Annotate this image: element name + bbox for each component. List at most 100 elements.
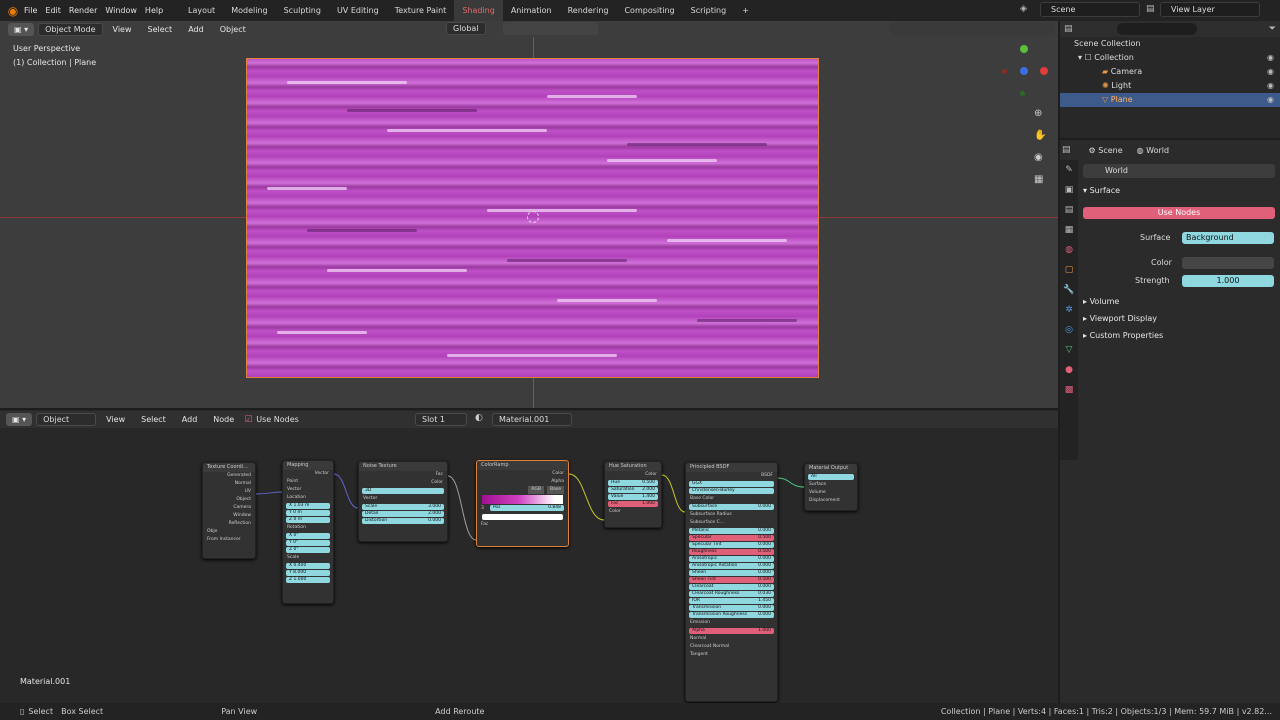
slot-dropdown[interactable]: Slot 1 (415, 413, 467, 426)
transform-orientation-dropdown[interactable]: Global (446, 22, 486, 35)
use-nodes-checkbox[interactable]: ☑ (244, 415, 252, 425)
material-tab-icon[interactable]: ● (1060, 360, 1078, 380)
object-field[interactable]: Obje (203, 528, 255, 536)
volume-panel-header[interactable]: ▸ Volume (1083, 297, 1119, 306)
blender-logo-icon[interactable]: ◉ (6, 4, 20, 18)
bsdf-input-row[interactable]: Clearcoat Roughness 0.030 (689, 591, 774, 597)
tab-animation[interactable]: Animation (503, 6, 560, 15)
outliner-item-plane[interactable]: ▽ Plane ◉ (1060, 93, 1280, 107)
output-tab-icon[interactable]: ▤ (1060, 200, 1078, 220)
value-field[interactable]: Value 1.400 (608, 494, 658, 500)
location-z[interactable]: Z 0 m (286, 517, 330, 523)
viewport-display-panel-header[interactable]: ▸ Viewport Display (1083, 314, 1157, 323)
tab-shading[interactable]: Shading (454, 0, 503, 21)
physics-tab-icon[interactable]: ◎ (1060, 320, 1078, 340)
outliner-item-collection[interactable]: ▾ ☐ Collection ◉ (1060, 51, 1280, 65)
data-tab-icon[interactable]: ▽ (1060, 340, 1078, 360)
node-mapping[interactable]: Mapping Vector Point Vector Location X 1… (282, 460, 334, 604)
visibility-eye-icon[interactable]: ◉ (1267, 93, 1274, 107)
outliner-item-camera[interactable]: ▰ Camera ◉ (1060, 65, 1280, 79)
rotation-z[interactable]: Z 0° (286, 547, 330, 553)
material-name-field[interactable]: Material.001 (492, 413, 572, 426)
location-x[interactable]: X 1.03 m (286, 503, 330, 509)
scale-x[interactable]: X 0.400 (286, 563, 330, 569)
grid-icon[interactable]: ▦ (1034, 169, 1046, 191)
bsdf-input-row[interactable]: Specular 0.500 (689, 535, 774, 541)
navigation-gizmo[interactable] (1002, 45, 1052, 96)
viewport-shading-controls[interactable] (890, 22, 1055, 35)
scene-collection-row[interactable]: Scene Collection (1060, 37, 1280, 51)
bsdf-input-row[interactable]: Sheen Tint 0.500 (689, 577, 774, 583)
color-mode-dropdown[interactable]: RGB (528, 486, 545, 494)
object-mode-dropdown[interactable]: Object Mode (38, 22, 103, 36)
stop-color-swatch[interactable] (482, 514, 563, 520)
filter-icon[interactable]: ⏷ (1269, 24, 1276, 34)
fac-field[interactable]: Fac 1.000 (608, 501, 658, 507)
location-y[interactable]: Y 0 m (286, 510, 330, 516)
bsdf-input-row[interactable]: Transmission 0.000 (689, 605, 774, 611)
surface-panel-header[interactable]: ▾ Surface (1083, 186, 1120, 195)
add-workspace-button[interactable]: + (734, 6, 757, 15)
viewport-menu-select[interactable]: Select (142, 23, 179, 36)
node-menu-add[interactable]: Add (176, 413, 204, 426)
bsdf-input-row[interactable]: IOR 1.450 (689, 598, 774, 604)
zoom-icon[interactable]: ⊕ (1034, 103, 1046, 125)
tab-layout[interactable]: Layout (180, 6, 223, 15)
bsdf-input-row[interactable]: Anisotropic 0.000 (689, 556, 774, 562)
color-ramp-gradient[interactable] (482, 495, 563, 504)
node-menu-select[interactable]: Select (135, 413, 172, 426)
shader-type-dropdown[interactable]: Object (36, 413, 97, 426)
viewport-menu-view[interactable]: View (107, 23, 138, 36)
menu-file[interactable]: File (24, 6, 45, 15)
from-instancer-checkbox[interactable]: From Instancer (203, 536, 255, 544)
texture-tab-icon[interactable]: ▩ (1060, 380, 1078, 400)
shader-node-editor[interactable] (0, 410, 1058, 703)
menu-window[interactable]: Window (105, 6, 145, 15)
scale-z[interactable]: Z 1.000 (286, 577, 330, 583)
bsdf-input-row[interactable]: Clearcoat 0.000 (689, 584, 774, 590)
visibility-eye-icon[interactable]: ◉ (1267, 79, 1274, 93)
view-layer-selector[interactable]: View Layer (1160, 2, 1260, 17)
viewport-menu-object[interactable]: Object (214, 23, 252, 36)
bsdf-input-row[interactable]: Anisotropic Rotation 0.000 (689, 563, 774, 569)
bsdf-input-row[interactable]: Sheen 0.000 (689, 570, 774, 576)
outliner-type-icon[interactable]: ▤ (1064, 24, 1073, 34)
particles-tab-icon[interactable]: ✲ (1060, 300, 1078, 320)
camera-view-icon[interactable]: ◉ (1034, 147, 1046, 169)
properties-type-icon[interactable]: ▤ (1062, 145, 1071, 155)
rotation-y[interactable]: Y 0° (286, 540, 330, 546)
tab-sculpting[interactable]: Sculpting (276, 6, 329, 15)
rotation-x[interactable]: X 0° (286, 533, 330, 539)
saturation-field[interactable]: Saturation 2.000 (608, 487, 658, 493)
mapping-type[interactable]: Point (283, 478, 333, 486)
background-color-swatch[interactable] (1182, 257, 1274, 269)
node-material-output[interactable]: Material Output All Surface Volume Displ… (804, 463, 858, 511)
hue-field[interactable]: Hue 0.500 (608, 480, 658, 486)
dimensions-dropdown[interactable]: 3D (362, 488, 444, 494)
bsdf-input-row[interactable]: Specular Tint 0.000 (689, 542, 774, 548)
bsdf-input-row[interactable]: Subsurface 0.000 (689, 504, 774, 510)
scene-selector[interactable]: Scene (1040, 2, 1140, 17)
interpolation-dropdown[interactable]: Base (547, 486, 564, 494)
object-tab-icon[interactable]: ▢ (1060, 260, 1078, 280)
noise-scale-field[interactable]: Scale 3.000 (362, 504, 444, 510)
render-tab-icon[interactable]: ▣ (1060, 180, 1078, 200)
use-nodes-button[interactable]: Use Nodes (1083, 207, 1275, 219)
node-principled-bsdf[interactable]: Principled BSDF BSDF GGX Christensen-Bur… (685, 462, 778, 702)
distribution-dropdown[interactable]: GGX (689, 481, 774, 487)
visibility-eye-icon[interactable]: ◉ (1267, 51, 1274, 65)
outliner-search-input[interactable] (1116, 23, 1197, 35)
surface-shader-dropdown[interactable]: Background (1182, 232, 1274, 244)
node-texture-coordinate[interactable]: Texture Coordi... Generated Normal UV Ob… (202, 462, 256, 559)
world-tab-icon[interactable]: ◍ (1060, 240, 1078, 260)
strength-field[interactable]: 1.000 (1182, 275, 1274, 287)
breadcrumb-world[interactable]: ◍ World (1137, 146, 1169, 155)
tab-uv-editing[interactable]: UV Editing (329, 6, 387, 15)
node-noise-texture[interactable]: Noise Texture Fac Color 3D Vector Scale 3… (358, 461, 448, 542)
bsdf-input-row[interactable]: Alpha 1.000 (689, 628, 774, 634)
pan-icon[interactable]: ✋ (1034, 125, 1046, 147)
node-color-ramp[interactable]: ColorRamp Color Alpha RGB Base 3 Pos 0.84… (476, 460, 569, 547)
bsdf-input-row[interactable]: Roughness 0.500 (689, 549, 774, 555)
output-target-dropdown[interactable]: All (808, 474, 854, 480)
tab-scripting[interactable]: Scripting (683, 6, 735, 15)
